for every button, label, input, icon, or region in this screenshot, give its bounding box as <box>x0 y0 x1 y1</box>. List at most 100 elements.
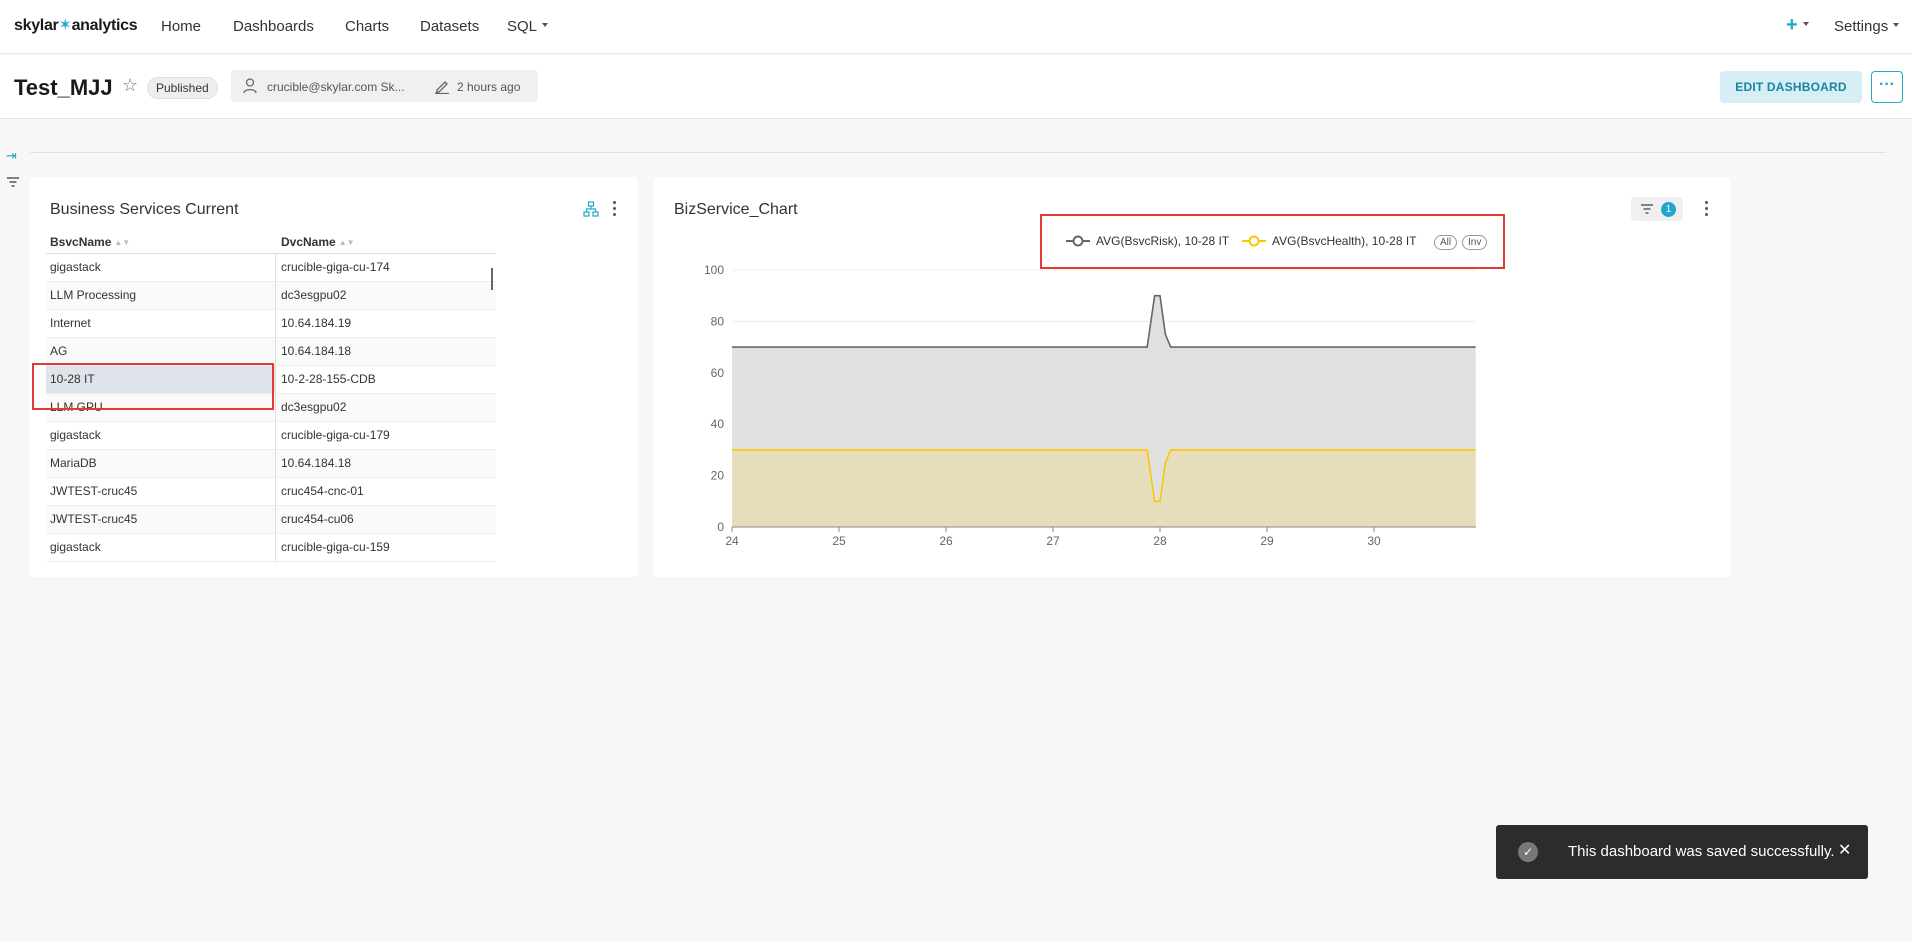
legend-line-symbol <box>1066 235 1090 247</box>
cell-bsvcname[interactable]: AG <box>46 338 276 365</box>
logo-mark: ✶ <box>58 17 72 34</box>
legend-invert-button[interactable]: Inv <box>1462 235 1488 250</box>
section-divider <box>30 152 1886 153</box>
x-tick-label: 30 <box>1367 534 1381 548</box>
table-card-menu-icon[interactable] <box>611 201 617 219</box>
chart-card-menu-icon[interactable] <box>1703 201 1709 219</box>
metadata-bar: crucible@skylar.com Sk... 2 hours ago <box>231 70 538 102</box>
cell-dvcname[interactable]: dc3esgpu02 <box>277 282 496 309</box>
y-tick-label: 80 <box>711 314 725 328</box>
logo-prefix: skylar <box>14 17 59 34</box>
x-tick-label: 29 <box>1260 534 1274 548</box>
table-row[interactable]: AG 10.64.184.18 <box>46 338 496 366</box>
column-header-label: DvcName <box>281 235 336 249</box>
table-row[interactable]: Internet 10.64.184.19 <box>46 310 496 338</box>
chevron-down-icon <box>1893 23 1900 28</box>
sort-icon: ▲▼ <box>338 238 355 248</box>
table-row[interactable]: MariaDB 10.64.184.18 <box>46 450 496 478</box>
edit-dashboard-button[interactable]: EDIT DASHBOARD <box>1720 71 1862 103</box>
dashboard-header: Test_MJJ ☆ Published crucible@skylar.com… <box>0 55 1912 119</box>
pencil-icon <box>435 81 449 94</box>
y-tick-label: 20 <box>711 469 725 483</box>
cell-dvcname[interactable]: 10.64.184.18 <box>277 338 496 365</box>
cell-bsvcname[interactable]: MariaDB <box>46 450 276 477</box>
nav-dashboards[interactable]: Dashboards <box>233 18 314 35</box>
y-tick-label: 40 <box>711 417 725 431</box>
user-icon <box>243 78 257 94</box>
modified-time: 2 hours ago <box>457 80 521 94</box>
column-header-label: BsvcName <box>50 235 112 249</box>
cell-bsvcname[interactable]: JWTEST-cruc45 <box>46 506 276 533</box>
check-circle-icon: ✓ <box>1518 842 1538 862</box>
cell-dvcname[interactable]: 10-2-28-155-CDB <box>277 366 496 393</box>
cell-dvcname[interactable]: 10.64.184.18 <box>277 450 496 477</box>
y-tick-label: 60 <box>711 366 725 380</box>
x-tick-label: 26 <box>939 534 953 548</box>
add-menu-button[interactable]: + <box>1786 14 1809 37</box>
chart-card-title: BizService_Chart <box>674 201 798 218</box>
more-options-button[interactable]: ··· <box>1871 71 1903 103</box>
nav-sql[interactable]: SQL <box>507 18 549 35</box>
sort-icon: ▲▼ <box>114 238 131 248</box>
filter-icon[interactable] <box>6 176 20 188</box>
owner-text: crucible@skylar.com Sk... <box>267 80 405 94</box>
table-row[interactable]: LLM Processing dc3esgpu02 <box>46 282 496 310</box>
expand-filters-icon[interactable]: ⇥ <box>6 148 17 164</box>
cell-bsvcname[interactable]: gigastack <box>46 422 276 449</box>
logo[interactable]: skylar✶analytics <box>14 15 138 35</box>
cell-dvcname[interactable]: crucible-giga-cu-159 <box>277 534 496 561</box>
top-nav: skylar✶analytics Home Dashboards Charts … <box>0 0 1912 54</box>
legend-item-risk[interactable]: AVG(BsvcRisk), 10-28 IT <box>1096 234 1229 248</box>
settings-label: Settings <box>1834 18 1889 35</box>
table-scrollbar[interactable] <box>491 268 493 290</box>
table-row[interactable]: gigastack crucible-giga-cu-174 <box>46 254 496 282</box>
table-row[interactable]: gigastack crucible-giga-cu-179 <box>46 422 496 450</box>
nav-home[interactable]: Home <box>161 18 201 35</box>
drill-hierarchy-icon[interactable] <box>583 201 599 217</box>
area-chart: 0 20 40 60 80 100 24 25 26 27 28 29 30 <box>704 263 1476 548</box>
series-area-1 <box>732 449 1476 527</box>
favorite-star-icon[interactable]: ☆ <box>122 75 138 96</box>
filter-count-badge: 1 <box>1661 202 1676 217</box>
table-card-title: Business Services Current <box>50 201 239 218</box>
cell-bsvcname[interactable]: Internet <box>46 310 276 337</box>
cell-dvcname[interactable]: dc3esgpu02 <box>277 394 496 421</box>
toast-message: This dashboard was saved successfully. <box>1568 843 1835 860</box>
cell-bsvcname[interactable]: LLM Processing <box>46 282 276 309</box>
plus-icon: + <box>1786 14 1798 36</box>
x-tick-label: 25 <box>832 534 846 548</box>
table-row[interactable]: gigastack crucible-giga-cu-159 <box>46 534 496 562</box>
chevron-down-icon <box>542 23 549 28</box>
status-badge[interactable]: Published <box>147 77 218 99</box>
x-tick-label: 28 <box>1153 534 1167 548</box>
column-header-dvcname[interactable]: DvcName ▲▼ <box>281 235 355 249</box>
success-toast: ✓ This dashboard was saved successfully.… <box>1496 825 1868 879</box>
nav-datasets[interactable]: Datasets <box>420 18 479 35</box>
chevron-down-icon <box>1802 21 1809 26</box>
cell-bsvcname[interactable]: gigastack <box>46 254 276 281</box>
selected-row-highlight <box>32 363 274 410</box>
cell-bsvcname[interactable]: gigastack <box>46 534 276 561</box>
column-header-bsvcname[interactable]: BsvcName ▲▼ <box>50 235 130 249</box>
y-tick-label: 0 <box>717 520 724 534</box>
y-tick-label: 100 <box>704 263 724 277</box>
close-icon[interactable]: ✕ <box>1838 840 1851 860</box>
table-row[interactable]: JWTEST-cruc45 cruc454-cu06 <box>46 506 496 534</box>
legend-line-symbol <box>1242 235 1266 247</box>
x-tick-label: 24 <box>725 534 739 548</box>
settings-menu[interactable]: Settings <box>1834 18 1900 35</box>
nav-charts[interactable]: Charts <box>345 18 389 35</box>
logo-suffix: analytics <box>71 17 138 34</box>
legend-item-health[interactable]: AVG(BsvcHealth), 10-28 IT <box>1272 234 1417 248</box>
cell-bsvcname[interactable]: JWTEST-cruc45 <box>46 478 276 505</box>
cell-dvcname[interactable]: cruc454-cu06 <box>277 506 496 533</box>
applied-filters-indicator[interactable]: 1 <box>1631 197 1683 221</box>
cell-dvcname[interactable]: cruc454-cnc-01 <box>277 478 496 505</box>
dashboard-title[interactable]: Test_MJJ <box>14 75 113 101</box>
cell-dvcname[interactable]: crucible-giga-cu-174 <box>277 254 496 281</box>
cell-dvcname[interactable]: 10.64.184.19 <box>277 310 496 337</box>
cell-dvcname[interactable]: crucible-giga-cu-179 <box>277 422 496 449</box>
legend-select-all-button[interactable]: All <box>1434 235 1458 250</box>
table-row[interactable]: JWTEST-cruc45 cruc454-cnc-01 <box>46 478 496 506</box>
x-tick-label: 27 <box>1046 534 1060 548</box>
